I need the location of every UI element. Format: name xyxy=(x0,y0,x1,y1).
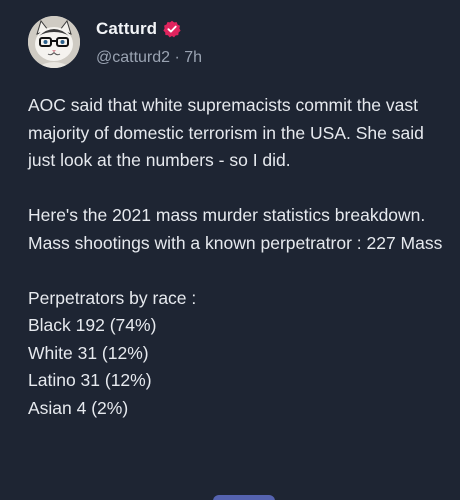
post-text-line: Mass shootings with a known perpetratror… xyxy=(28,232,443,253)
author-name[interactable]: Catturd xyxy=(96,19,157,39)
cat-with-glasses-avatar-icon xyxy=(28,16,80,68)
post-body: AOC said that white supremacists commit … xyxy=(28,92,448,422)
author-meta: Catturd @catturd2 · 7h xyxy=(96,18,202,67)
post-text-line: White 31 (12%) xyxy=(28,342,149,363)
post-text-line: Perpetrators by race : xyxy=(28,287,197,308)
post-text-line: Latino 31 (12%) xyxy=(28,370,152,390)
name-row: Catturd xyxy=(96,18,202,40)
bottom-action-pill[interactable] xyxy=(213,495,275,500)
post-text-line: Here's the 2021 mass murder statistics b… xyxy=(28,205,426,225)
post-time[interactable]: 7h xyxy=(184,49,202,66)
post-card: Catturd @catturd2 · 7h AOC said that whi… xyxy=(0,0,460,500)
verified-badge-icon xyxy=(163,20,181,38)
avatar[interactable] xyxy=(28,16,80,68)
post-text-line: Black 192 (74%) xyxy=(28,315,157,335)
meta-separator: · xyxy=(170,49,185,66)
author-handle[interactable]: @catturd2 xyxy=(96,49,170,66)
handle-row: @catturd2 · 7h xyxy=(96,49,202,67)
post-text-line: AOC said that white supremacists commit … xyxy=(28,95,424,170)
post-header: Catturd @catturd2 · 7h xyxy=(28,16,202,72)
post-text-line: Asian 4 (2%) xyxy=(28,397,129,418)
